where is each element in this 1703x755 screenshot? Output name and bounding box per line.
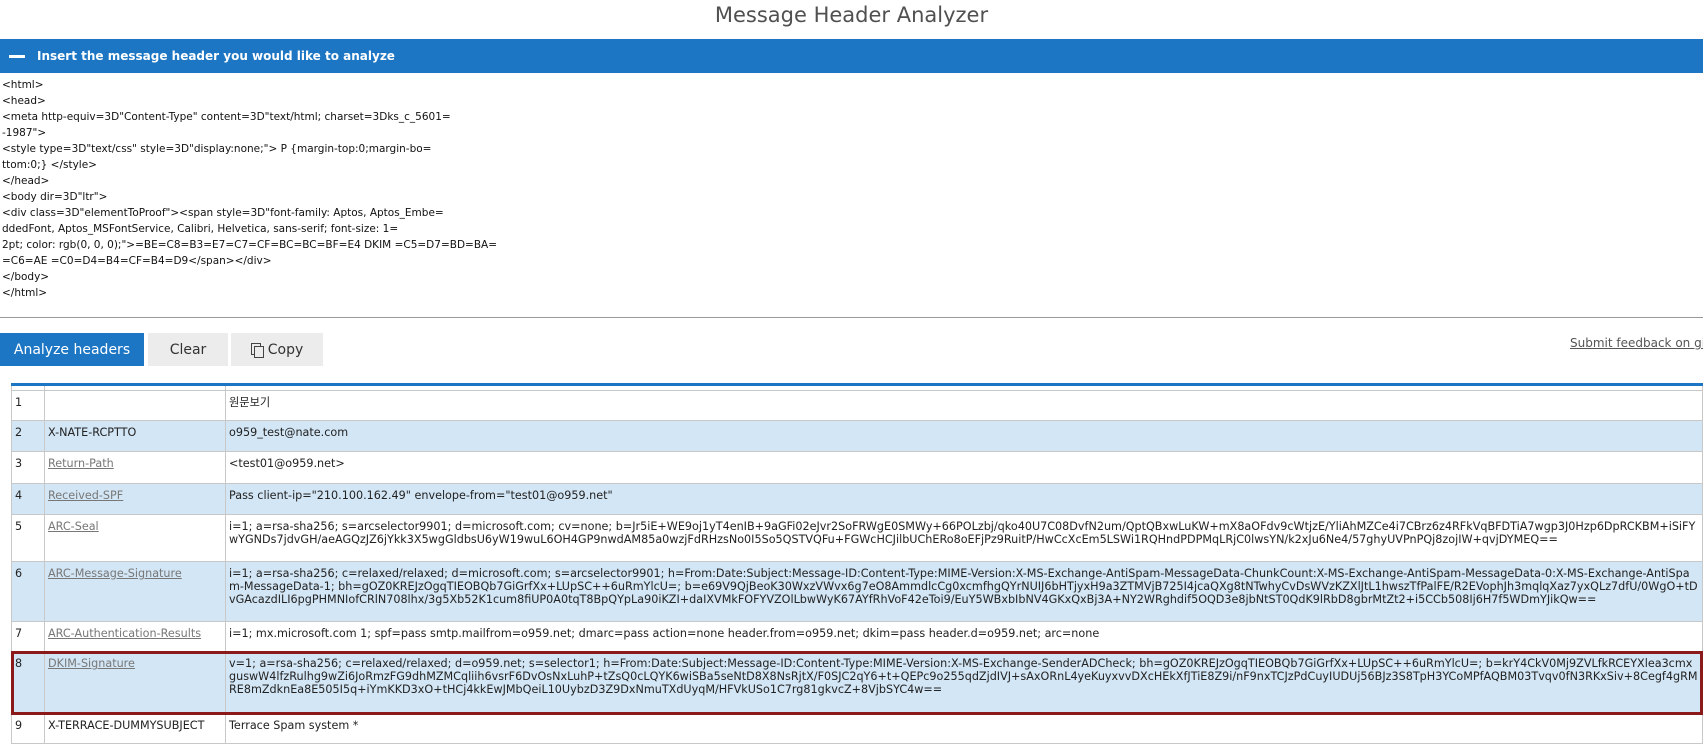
row-header-name: ARC-Authentication-Results <box>44 621 226 652</box>
row-header-value: 원문보기 <box>225 390 1703 421</box>
row-header-name: ARC-Message-Signature <box>44 561 226 622</box>
row-number: 1 <box>11 390 45 421</box>
table-row: 7 ARC-Authentication-Results i=1; mx.mic… <box>11 621 1703 652</box>
row-number: 9 <box>11 713 45 744</box>
header-name-link[interactable]: Return-Path <box>48 457 114 470</box>
row-header-value: o959_test@nate.com <box>225 420 1703 452</box>
header-name-link[interactable]: Received-SPF <box>48 489 123 502</box>
row-header-name: X-TERRACE-DUMMYSUBJECT <box>44 713 226 744</box>
row-number: 6 <box>11 561 45 622</box>
header-name-link[interactable]: ARC-Message-Signature <box>48 567 182 580</box>
table-row: 6 ARC-Message-Signature i=1; a=rsa-sha25… <box>11 561 1703 622</box>
row-number: 8 <box>11 651 45 714</box>
headers-table: 1 원문보기 2 X-NATE-RCPTTO o959_test@nate.co… <box>11 383 1703 744</box>
row-header-name: X-NATE-RCPTTO <box>44 420 226 452</box>
row-number: 5 <box>11 514 45 562</box>
row-header-value: Pass client-ip="210.100.162.49" envelope… <box>225 483 1703 515</box>
row-header-value: v=1; a=rsa-sha256; c=relaxed/relaxed; d=… <box>225 651 1703 714</box>
clear-button[interactable]: Clear <box>148 333 228 366</box>
header-name-link[interactable]: ARC-Seal <box>48 520 99 533</box>
table-row: 8 DKIM-Signature v=1; a=rsa-sha256; c=re… <box>11 651 1703 714</box>
row-number: 3 <box>11 451 45 484</box>
page: Message Header Analyzer Insert the messa… <box>0 0 1703 755</box>
analyze-headers-button[interactable]: Analyze headers <box>0 333 144 366</box>
copy-button[interactable]: Copy <box>231 333 323 366</box>
header-input-banner[interactable]: Insert the message header you would like… <box>0 39 1703 73</box>
table-row: 1 원문보기 <box>11 390 1703 421</box>
table-row: 2 X-NATE-RCPTTO o959_test@nate.com <box>11 420 1703 452</box>
table-row: 9 X-TERRACE-DUMMYSUBJECT Terrace Spam sy… <box>11 713 1703 744</box>
divider <box>0 317 1703 318</box>
header-name-link[interactable]: DKIM-Signature <box>48 657 135 670</box>
row-header-name: Received-SPF <box>44 483 226 515</box>
row-header-name: ARC-Seal <box>44 514 226 562</box>
copy-button-label: Copy <box>267 341 304 358</box>
collapse-icon[interactable] <box>9 54 25 58</box>
copy-icon <box>250 343 264 358</box>
row-header-value: Terrace Spam system * <box>225 713 1703 744</box>
row-header-value: i=1; mx.microsoft.com 1; spf=pass smtp.m… <box>225 621 1703 652</box>
header-name-link[interactable]: ARC-Authentication-Results <box>48 627 201 640</box>
row-number: 4 <box>11 483 45 515</box>
row-number: 7 <box>11 621 45 652</box>
row-header-name: Return-Path <box>44 451 226 484</box>
row-header-value: i=1; a=rsa-sha256; s=arcselector9901; d=… <box>225 514 1703 562</box>
row-header-value: i=1; a=rsa-sha256; c=relaxed/relaxed; d=… <box>225 561 1703 622</box>
row-header-name: DKIM-Signature <box>44 651 226 714</box>
row-number: 2 <box>11 420 45 452</box>
row-header-name <box>44 390 226 421</box>
page-title: Message Header Analyzer <box>714 3 989 27</box>
banner-label: Insert the message header you would like… <box>37 49 395 63</box>
table-row: 5 ARC-Seal i=1; a=rsa-sha256; s=arcselec… <box>11 514 1703 562</box>
table-row: 3 Return-Path <test01@o959.net> <box>11 451 1703 484</box>
submit-feedback-link[interactable]: Submit feedback on github <box>1570 336 1703 350</box>
table-row: 4 Received-SPF Pass client-ip="210.100.1… <box>11 483 1703 515</box>
header-input-textarea[interactable]: <html> <head> <meta http-equiv=3D"Conten… <box>2 77 1692 307</box>
row-header-value: <test01@o959.net> <box>225 451 1703 484</box>
